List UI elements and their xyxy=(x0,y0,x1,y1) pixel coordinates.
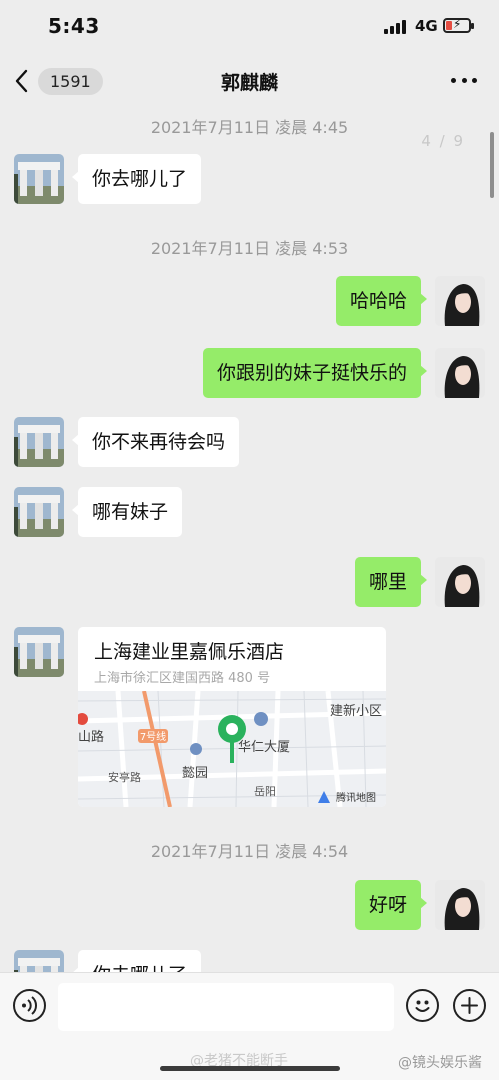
map-label: 山路 xyxy=(78,729,104,745)
location-message-card[interactable]: 上海建业里嘉佩乐酒店 上海市徐汇区建国西路 480 号 7号线 建新小区 山路 … xyxy=(78,627,386,807)
timestamp: 2021年7月11日 凌晨 4:54 xyxy=(150,842,349,861)
message-bubble-incoming[interactable]: 你去哪儿了 xyxy=(71,950,202,972)
my-avatar[interactable] xyxy=(435,348,485,398)
my-avatar[interactable] xyxy=(435,557,485,607)
more-functions-button[interactable] xyxy=(453,989,486,1022)
location-name: 上海建业里嘉佩乐酒店 xyxy=(94,641,285,663)
message-input[interactable] xyxy=(58,983,394,1031)
signal-icon xyxy=(384,20,410,34)
message-bubble-incoming[interactable]: 哪有妹子 xyxy=(71,487,183,537)
voice-icon xyxy=(22,996,38,1015)
chat-header: 1591 郭麒麟 xyxy=(0,56,499,106)
battery-icon: ⚡ xyxy=(443,17,474,33)
location-map: 7号线 建新小区 山路 华仁大厦 懿园 安亭路 岳阳 腾讯地图 xyxy=(78,691,386,807)
my-avatar[interactable] xyxy=(435,276,485,326)
message-row: 哈哈哈 xyxy=(0,276,499,328)
more-options-icon[interactable] xyxy=(451,78,477,84)
contact-avatar[interactable] xyxy=(14,154,64,204)
map-label: 7号线 xyxy=(140,730,166,743)
contact-avatar[interactable] xyxy=(14,627,64,677)
timestamp: 2021年7月11日 凌晨 4:45 xyxy=(150,118,349,137)
message-row: 你不来再待会吗 xyxy=(0,417,499,469)
message-list[interactable]: 4 / 9 2021年7月11日 凌晨 4:45 你去哪儿了 2021年7月11… xyxy=(0,106,499,972)
message-bubble-outgoing[interactable]: 哪里 xyxy=(354,557,428,607)
voice-input-button[interactable] xyxy=(13,989,46,1022)
message-row: 你去哪儿了 xyxy=(0,950,499,972)
contact-name: 郭麒麟 xyxy=(220,72,278,94)
status-bar: 5:43 4G ⚡ xyxy=(0,0,499,56)
emoji-button[interactable] xyxy=(406,989,439,1022)
plus-icon xyxy=(461,997,478,1014)
map-label: 岳阳 xyxy=(254,785,276,798)
network-type: 4G xyxy=(415,17,438,35)
map-label: 懿园 xyxy=(182,766,208,781)
message-row: 你跟别的妹子挺快乐的 xyxy=(0,348,499,400)
map-label: 华仁大厦 xyxy=(238,740,290,755)
message-row: 你去哪儿了 xyxy=(0,154,499,206)
emoji-icon xyxy=(415,1000,430,1012)
timestamp: 2021年7月11日 凌晨 4:53 xyxy=(150,239,349,258)
message-bubble-outgoing[interactable]: 你跟别的妹子挺快乐的 xyxy=(202,348,428,398)
message-row: 上海建业里嘉佩乐酒店 上海市徐汇区建国西路 480 号 7号线 建新小区 山路 … xyxy=(0,627,499,811)
map-attribution: 腾讯地图 xyxy=(336,791,376,804)
location-address: 上海市徐汇区建国西路 480 号 xyxy=(94,671,271,686)
my-avatar[interactable] xyxy=(435,880,485,930)
watermark-right: @镜头娱乐酱 xyxy=(398,1055,482,1071)
message-bubble-outgoing[interactable]: 哈哈哈 xyxy=(335,276,428,326)
contact-avatar[interactable] xyxy=(14,487,64,537)
map-label: 建新小区 xyxy=(330,703,382,719)
status-time: 5:43 xyxy=(48,14,100,38)
message-bubble-incoming[interactable]: 你去哪儿了 xyxy=(71,154,202,204)
contact-avatar[interactable] xyxy=(14,417,64,467)
message-row: 哪里 xyxy=(0,557,499,609)
map-label: 安亭路 xyxy=(108,770,141,784)
contact-avatar[interactable] xyxy=(14,950,64,972)
message-bubble-incoming[interactable]: 你不来再待会吗 xyxy=(71,417,240,467)
message-bubble-outgoing[interactable]: 好呀 xyxy=(354,880,428,930)
home-indicator[interactable] xyxy=(160,1066,340,1071)
message-row: 哪有妹子 xyxy=(0,487,499,539)
message-row: 好呀 xyxy=(0,880,499,932)
